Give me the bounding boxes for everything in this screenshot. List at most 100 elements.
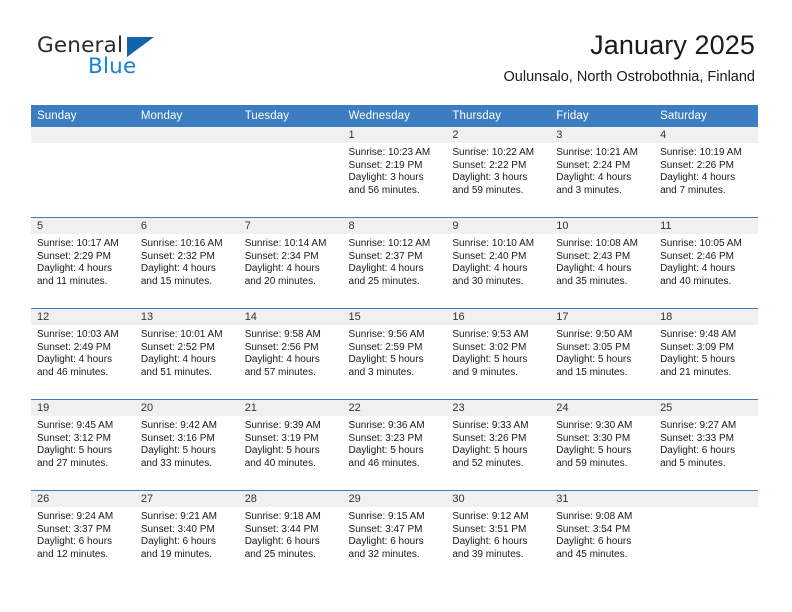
weekday-header-sunday: Sunday xyxy=(31,105,135,127)
day-detail-line: Daylight: 5 hours xyxy=(348,354,424,366)
calendar-day-cell[interactable]: 15 Sunrise: 9:56 AM Sunset: 2:59 PM Dayligh… xyxy=(342,308,447,400)
day-detail-line: Sunset: 2:40 PM xyxy=(452,250,527,262)
brand-logo[interactable]: General Blue xyxy=(37,33,237,85)
day-detail-line: Sunrise: 9:48 AM xyxy=(660,329,737,340)
day-detail-line: Daylight: 6 hours xyxy=(140,536,216,548)
day-detail-line: Sunset: 2:29 PM xyxy=(37,250,111,262)
day-detail-line: Sunset: 2:46 PM xyxy=(660,250,734,262)
day-detail-line: and 30 minutes. xyxy=(452,275,524,287)
calendar-day-cell[interactable]: 29 Sunrise: 9:15 AM Sunset: 3:47 PM Dayligh… xyxy=(342,490,447,581)
day-detail-line: Daylight: 3 hours xyxy=(348,172,424,184)
calendar-day-cell[interactable]: 31 Sunrise: 9:08 AM Sunset: 3:54 PM Dayligh… xyxy=(550,490,655,581)
day-details: Sunrise: 10:17 AM Sunset: 2:29 PM Daylight… xyxy=(31,234,135,288)
day-number: 15 xyxy=(342,309,447,325)
day-number: 26 xyxy=(31,491,135,507)
day-number: 17 xyxy=(550,309,655,325)
day-number xyxy=(238,127,343,143)
day-number: 4 xyxy=(654,127,758,143)
calendar-day-cell[interactable]: 16 Sunrise: 9:53 AM Sunset: 3:02 PM Dayligh… xyxy=(446,308,551,400)
day-detail-line: Sunrise: 9:27 AM xyxy=(660,420,737,431)
day-detail-line: Sunrise: 9:45 AM xyxy=(37,420,114,431)
day-number: 11 xyxy=(654,218,758,234)
day-number: 30 xyxy=(446,491,551,507)
day-detail-line: Daylight: 3 hours xyxy=(452,172,528,184)
calendar-day-cell[interactable]: 17 Sunrise: 9:50 AM Sunset: 3:05 PM Dayligh… xyxy=(550,308,655,400)
calendar-day-cell[interactable]: 21 Sunrise: 9:39 AM Sunset: 3:19 PM Dayligh… xyxy=(238,399,343,491)
calendar-day-cell[interactable]: 18 Sunrise: 9:48 AM Sunset: 3:09 PM Dayligh… xyxy=(654,308,758,400)
calendar-day-cell[interactable]: 12 Sunrise: 10:03 AM Sunset: 2:49 PM Daylig… xyxy=(31,308,135,400)
weekday-header-wednesday: Wednesday xyxy=(342,105,447,127)
day-number: 3 xyxy=(550,127,655,143)
day-details: Sunrise: 10:03 AM Sunset: 2:49 PM Daylight… xyxy=(31,325,135,379)
weekday-header-monday: Monday xyxy=(134,105,239,127)
day-details: Sunrise: 9:45 AM Sunset: 3:12 PM Daylight:… xyxy=(31,416,135,470)
calendar-day-cell[interactable]: 22 Sunrise: 9:36 AM Sunset: 3:23 PM Dayligh… xyxy=(342,399,447,491)
calendar-day-cell[interactable]: 2 Sunrise: 10:22 AM Sunset: 2:22 PM Dayligh… xyxy=(446,127,551,218)
day-detail-line: Daylight: 4 hours xyxy=(244,263,320,275)
calendar-day-cell[interactable]: 24 Sunrise: 9:30 AM Sunset: 3:30 PM Dayligh… xyxy=(550,399,655,491)
day-detail-line: Daylight: 6 hours xyxy=(556,536,632,548)
calendar-day-cell[interactable]: 28 Sunrise: 9:18 AM Sunset: 3:44 PM Dayligh… xyxy=(238,490,343,581)
day-detail-line: Sunset: 3:09 PM xyxy=(660,341,734,353)
day-detail-line: Daylight: 5 hours xyxy=(452,354,528,366)
day-detail-line: Sunset: 2:43 PM xyxy=(556,250,631,262)
calendar-day-cell[interactable]: 10 Sunrise: 10:08 AM Sunset: 2:43 PM Daylig… xyxy=(550,217,655,309)
calendar-day-cell[interactable]: 23 Sunrise: 9:33 AM Sunset: 3:26 PM Dayligh… xyxy=(446,399,551,491)
calendar-week-row: 19 Sunrise: 9:45 AM Sunset: 3:12 PM Dayligh… xyxy=(31,399,758,491)
day-detail-line: Sunset: 2:22 PM xyxy=(452,159,527,171)
day-detail-line: Sunrise: 10:21 AM xyxy=(556,147,638,158)
calendar-day-cell[interactable]: 19 Sunrise: 9:45 AM Sunset: 3:12 PM Dayligh… xyxy=(31,399,135,491)
calendar-day-cell[interactable]: 27 Sunrise: 9:21 AM Sunset: 3:40 PM Dayligh… xyxy=(134,490,239,581)
calendar-day-cell[interactable]: 7 Sunrise: 10:14 AM Sunset: 2:34 PM Dayligh… xyxy=(238,217,343,309)
day-detail-line: Sunset: 3:51 PM xyxy=(452,523,527,535)
calendar-week-row: 12 Sunrise: 10:03 AM Sunset: 2:49 PM Daylig… xyxy=(31,308,758,400)
day-details: Sunrise: 9:21 AM Sunset: 3:40 PM Daylight:… xyxy=(135,507,239,561)
day-number: 29 xyxy=(342,491,447,507)
calendar-day-cell[interactable]: 3 Sunrise: 10:21 AM Sunset: 2:24 PM Dayligh… xyxy=(550,127,655,218)
day-detail-line: Sunrise: 9:50 AM xyxy=(556,329,633,340)
day-detail-line: Sunrise: 10:05 AM xyxy=(660,238,742,249)
day-detail-line: Daylight: 4 hours xyxy=(660,172,736,184)
calendar-day-cell[interactable]: 1 Sunrise: 10:23 AM Sunset: 2:19 PM Dayligh… xyxy=(342,127,447,218)
day-number: 2 xyxy=(446,127,551,143)
day-detail-line: Sunset: 3:12 PM xyxy=(37,432,111,444)
calendar-week-row: 1 Sunrise: 10:23 AM Sunset: 2:19 PM Dayligh… xyxy=(31,127,758,218)
day-detail-line: Daylight: 6 hours xyxy=(452,536,528,548)
calendar-day-cell[interactable]: 26 Sunrise: 9:24 AM Sunset: 3:37 PM Dayligh… xyxy=(31,490,135,581)
calendar-day-cell[interactable]: 25 Sunrise: 9:27 AM Sunset: 3:33 PM Dayligh… xyxy=(654,399,758,491)
calendar-day-cell[interactable]: 9 Sunrise: 10:10 AM Sunset: 2:40 PM Dayligh… xyxy=(446,217,551,309)
day-details xyxy=(31,143,135,147)
day-detail-line: Sunrise: 9:24 AM xyxy=(37,511,114,522)
brand-name-blue: Blue xyxy=(88,54,137,79)
calendar-day-cell[interactable]: 20 Sunrise: 9:42 AM Sunset: 3:16 PM Dayligh… xyxy=(134,399,239,491)
day-details: Sunrise: 10:08 AM Sunset: 2:43 PM Daylight… xyxy=(550,234,654,288)
calendar-day-cell[interactable]: 4 Sunrise: 10:19 AM Sunset: 2:26 PM Dayligh… xyxy=(654,127,758,218)
day-number: 1 xyxy=(342,127,447,143)
calendar-day-cell[interactable]: 6 Sunrise: 10:16 AM Sunset: 2:32 PM Dayligh… xyxy=(134,217,239,309)
day-detail-line: Sunrise: 9:08 AM xyxy=(556,511,633,522)
day-detail-line: Sunset: 3:33 PM xyxy=(660,432,734,444)
day-detail-line: Sunset: 3:30 PM xyxy=(556,432,631,444)
calendar-day-cell[interactable]: 11 Sunrise: 10:05 AM Sunset: 2:46 PM Daylig… xyxy=(654,217,758,309)
page-subtitle: Oulunsalo, North Ostrobothnia, Finland xyxy=(503,69,755,85)
day-detail-line: Daylight: 5 hours xyxy=(452,445,528,457)
day-details: Sunrise: 10:21 AM Sunset: 2:24 PM Daylight… xyxy=(550,143,654,197)
day-detail-line: Sunrise: 10:23 AM xyxy=(348,147,431,158)
day-details: Sunrise: 9:48 AM Sunset: 3:09 PM Daylight:… xyxy=(654,325,758,379)
calendar-day-cell[interactable]: 30 Sunrise: 9:12 AM Sunset: 3:51 PM Dayligh… xyxy=(446,490,551,581)
calendar-day-cell[interactable]: 5 Sunrise: 10:17 AM Sunset: 2:29 PM Dayligh… xyxy=(31,217,135,309)
day-detail-line: and 33 minutes. xyxy=(140,457,213,469)
calendar-day-cell[interactable]: 14 Sunrise: 9:58 AM Sunset: 2:56 PM Dayligh… xyxy=(238,308,343,400)
day-detail-line: Daylight: 6 hours xyxy=(660,445,736,457)
calendar-header-row: Sunday Monday Tuesday Wednesday Thursday Frid… xyxy=(31,105,758,127)
day-detail-line: Daylight: 4 hours xyxy=(244,354,320,366)
day-details: Sunrise: 10:05 AM Sunset: 2:46 PM Daylight… xyxy=(654,234,758,288)
calendar-day-cell[interactable]: 13 Sunrise: 10:01 AM Sunset: 2:52 PM Daylig… xyxy=(134,308,239,400)
day-detail-line: and 11 minutes. xyxy=(37,275,108,287)
day-detail-line: and 46 minutes. xyxy=(37,366,109,378)
calendar-body: 1 Sunrise: 10:23 AM Sunset: 2:19 PM Dayligh… xyxy=(31,127,758,581)
day-detail-line: Daylight: 5 hours xyxy=(244,445,320,457)
day-number: 27 xyxy=(134,491,239,507)
day-detail-line: Daylight: 4 hours xyxy=(452,263,528,275)
calendar-day-cell[interactable]: 8 Sunrise: 10:12 AM Sunset: 2:37 PM Dayligh… xyxy=(342,217,447,309)
